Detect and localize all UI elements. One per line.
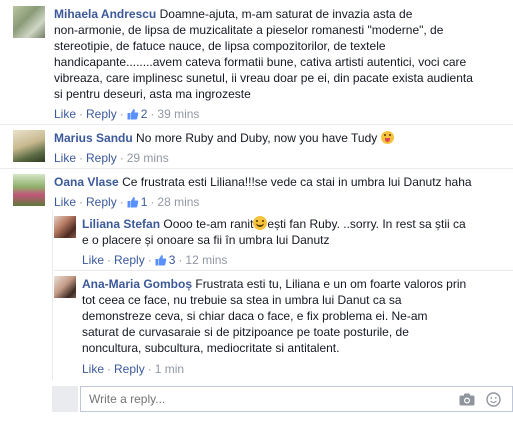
thumbs-up-icon	[127, 197, 138, 208]
reply-text: ești fan Ruby. ..sorry. In rest sa știi …	[267, 217, 466, 231]
comment-body: Marius Sandu No more Ruby and Duby, now …	[54, 130, 509, 146]
reply-author[interactable]: Liliana Stefan	[82, 217, 160, 231]
timestamp[interactable]: 12 mins	[185, 253, 227, 267]
timestamp[interactable]: 1 min	[155, 362, 184, 376]
reply-text: tot ceea ce face, nu trebuie sa stea in …	[82, 293, 402, 307]
comment-author[interactable]: Marius Sandu	[54, 131, 133, 145]
reply-actions: Like · Reply · 1 min	[82, 362, 185, 376]
comment-text: Ce frustrata esti Liliana!!!se vede ca s…	[122, 175, 472, 189]
comment-text: No more Ruby and Duby, now you have Tudy	[136, 131, 378, 145]
thumbs-up-icon	[155, 255, 166, 266]
comment-text: vibreaza, care implinesc sunetul, ii vre…	[54, 71, 473, 85]
reply-button[interactable]: Reply	[86, 195, 117, 209]
avatar[interactable]	[54, 216, 76, 238]
comment-text: Doamne-ajuta, m-am saturat de invazia as…	[159, 7, 413, 21]
comment-author[interactable]: Oana Vlase	[54, 175, 119, 189]
divider	[54, 270, 513, 271]
reply-input[interactable]	[89, 392, 409, 406]
comment-text: non-armonie, de lipsa de muzicalitate a …	[54, 23, 444, 37]
like-button[interactable]: Like	[54, 195, 76, 209]
divider	[0, 168, 513, 169]
camera-icon[interactable]	[459, 393, 475, 406]
reply-thread-line	[52, 210, 53, 380]
emoji-picker-icon[interactable]	[486, 392, 501, 407]
like-count[interactable]: 1	[127, 195, 147, 209]
reply-text: saturat de curvasaraie si de pitzipoance…	[82, 325, 409, 339]
timestamp[interactable]: 28 mins	[157, 195, 199, 209]
tongue-emoji-icon	[380, 131, 394, 144]
avatar[interactable]	[13, 6, 45, 38]
reply-text: Oooo te-am ranit	[163, 217, 254, 231]
reply-button[interactable]: Reply	[86, 151, 117, 165]
comment-author[interactable]: Mihaela Andrescu	[54, 7, 156, 21]
comment-text: si pentru deseuri, asta ma ingrozeste	[54, 87, 251, 101]
comment-text: stereotipie, de fatuce nauce, de lipsa c…	[54, 39, 386, 53]
like-button[interactable]: Like	[54, 107, 76, 121]
reply-text: noncultura, subcultura, mediocritate si …	[82, 341, 340, 355]
avatar[interactable]	[13, 174, 45, 206]
timestamp[interactable]: 29 mins	[127, 151, 169, 165]
reply-text: demonstreze ceva, si chiar daca o face, …	[82, 309, 428, 323]
comment-actions: Like · Reply · 29 mins	[54, 151, 169, 165]
composer-avatar	[52, 386, 78, 412]
like-count[interactable]: 3	[155, 253, 175, 267]
reply-button[interactable]: Reply	[114, 253, 145, 267]
reply-author[interactable]: Ana-Maria Gomboș	[82, 277, 192, 291]
comment-text: handicapante........avem cateva formatii…	[54, 55, 467, 69]
smile-emoji-icon	[253, 216, 268, 230]
reply-actions: Like · Reply · 3 · 12 mins	[82, 253, 228, 267]
comment-body: Mihaela Andrescu Doamne-ajuta, m-am satu…	[54, 6, 509, 102]
avatar[interactable]	[54, 276, 76, 298]
comment-actions: Like · Reply · 1 · 28 mins	[54, 195, 200, 209]
comment-body: Oana Vlase Ce frustrata esti Liliana!!!s…	[54, 174, 509, 190]
reply-body: Ana-Maria Gomboș Frustrata esti tu, Lili…	[82, 276, 507, 356]
like-button[interactable]: Like	[82, 253, 104, 267]
like-button[interactable]: Like	[82, 362, 104, 376]
reply-composer[interactable]	[80, 386, 513, 412]
like-count[interactable]: 2	[127, 107, 147, 121]
reply-body: Liliana Stefan Oooo te-am ranit ești fan …	[82, 216, 507, 248]
comment-actions: Like · Reply · 2 · 39 mins	[54, 107, 200, 121]
reply-button[interactable]: Reply	[114, 362, 145, 376]
reply-text: Frustrata esti tu, Liliana e un om foart…	[195, 277, 467, 291]
reply-text: e o placere și onoare sa fii în umbra lu…	[82, 233, 330, 247]
avatar[interactable]	[13, 130, 45, 162]
timestamp[interactable]: 39 mins	[157, 107, 199, 121]
divider	[0, 124, 513, 125]
thumbs-up-icon	[127, 109, 138, 120]
reply-button[interactable]: Reply	[86, 107, 117, 121]
like-button[interactable]: Like	[54, 151, 76, 165]
